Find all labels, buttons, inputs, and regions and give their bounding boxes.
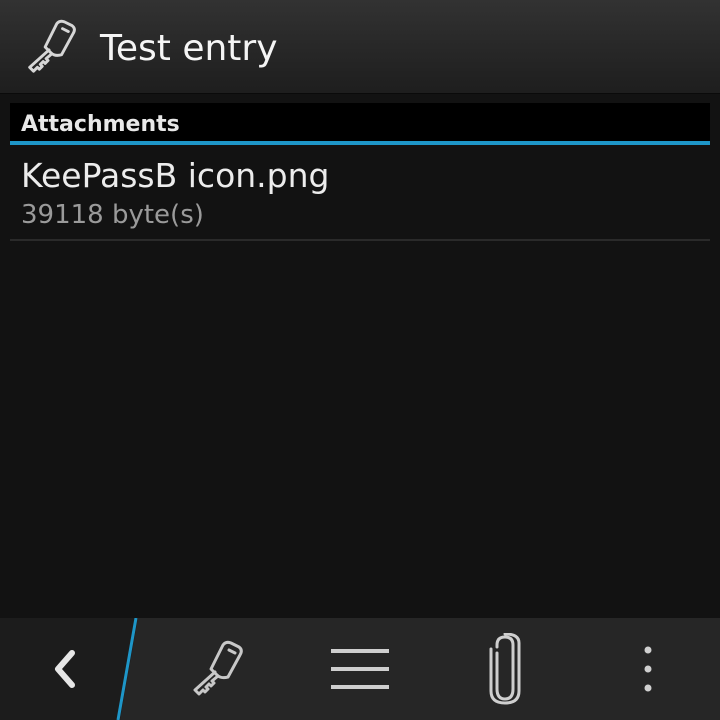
section-header-attachments: Attachments [10,103,710,145]
key-icon [28,19,76,73]
action-bar [0,618,720,720]
key-button[interactable] [175,618,255,720]
page-title: Test entry [100,28,278,69]
back-divider [116,618,138,720]
attachment-size: 39118 byte(s) [21,200,204,230]
title-bar: Test entry [0,0,720,94]
back-icon [55,650,75,688]
more-icon [644,646,652,692]
attachment-name: KeePassB icon.png [21,156,330,195]
paperclip-icon [489,633,521,705]
key-icon [193,640,243,696]
list-item[interactable]: KeePassB icon.png 39118 byte(s) [10,149,710,241]
section-header-label: Attachments [21,112,180,137]
more-button[interactable] [610,618,686,720]
menu-icon [331,649,389,689]
attach-button[interactable] [465,618,545,720]
back-button[interactable] [30,618,100,720]
menu-button[interactable] [320,618,400,720]
